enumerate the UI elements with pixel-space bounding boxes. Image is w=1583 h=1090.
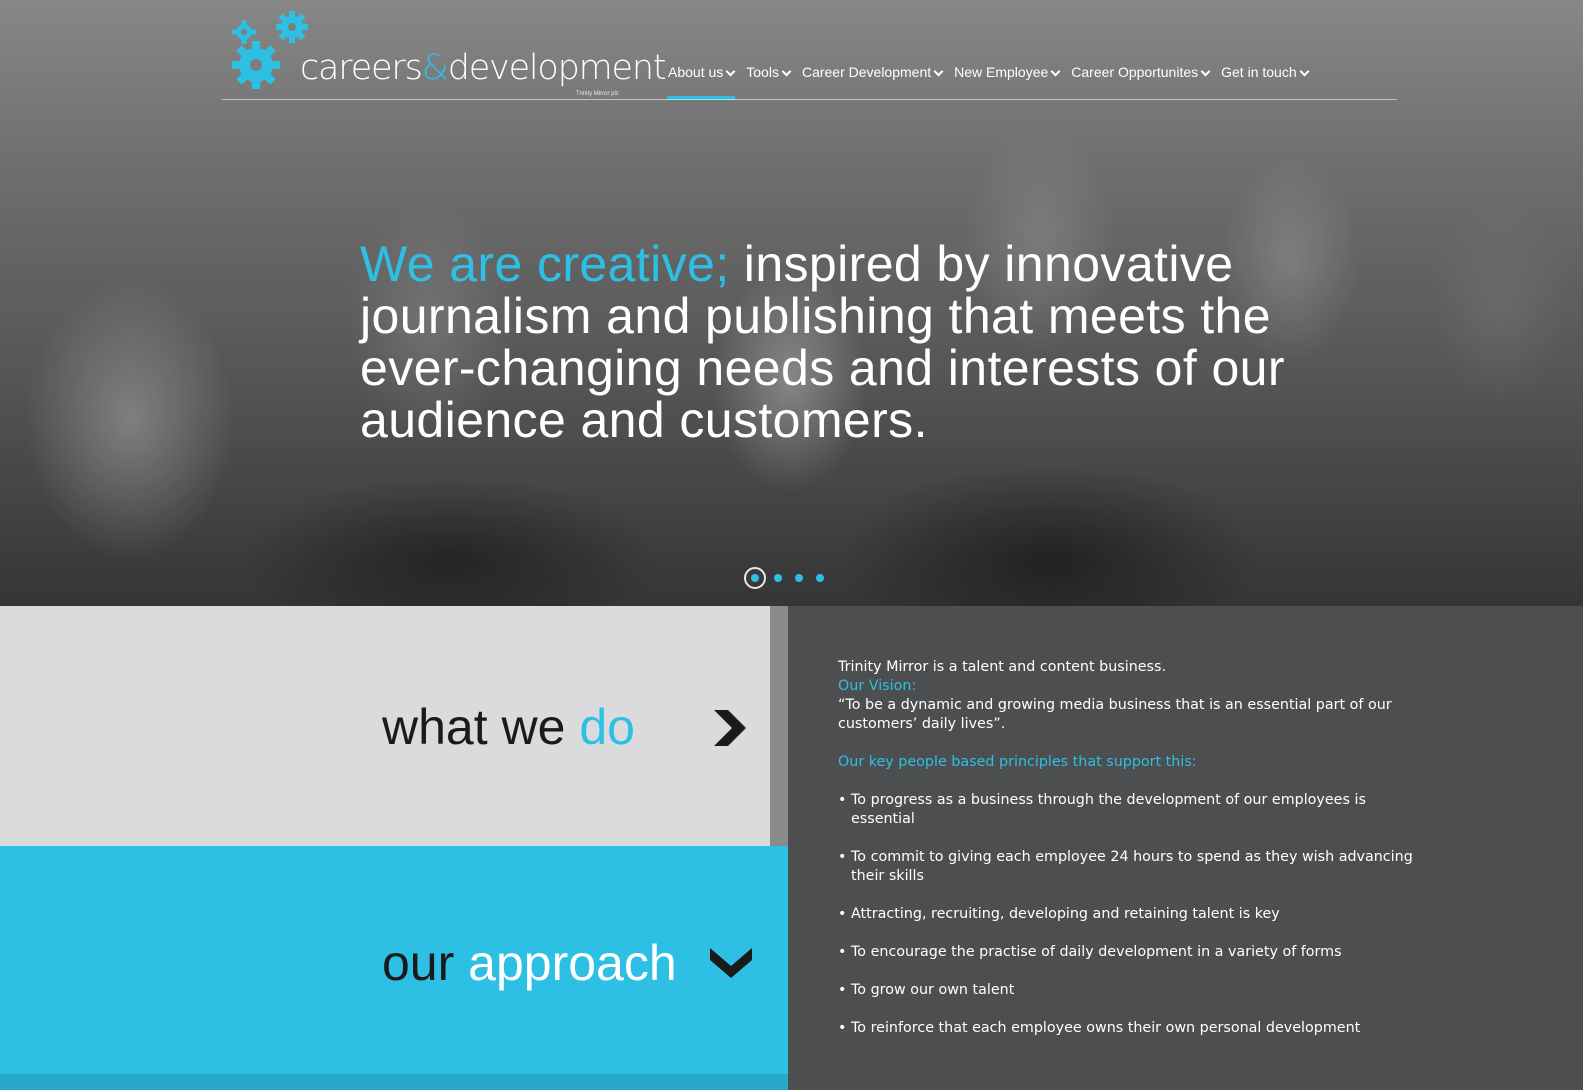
logo-wordmark: careers&development: [300, 48, 667, 88]
list-item: To progress as a business through the de…: [838, 791, 1418, 829]
chevron-down-icon: [725, 66, 736, 77]
list-item: To reinforce that each employee owns the…: [838, 1019, 1418, 1038]
nav-item-get-in-touch[interactable]: Get in touch: [1220, 60, 1310, 100]
nav-item-new-employee[interactable]: New Employee: [953, 60, 1061, 100]
what-we-do-title: what we do: [382, 699, 635, 755]
list-item: To encourage the practise of daily devel…: [838, 943, 1418, 962]
our-approach-title: our approach: [382, 935, 677, 991]
nav-item-career-development[interactable]: Career Development: [801, 60, 944, 100]
chevron-down-icon: [781, 66, 792, 77]
about-text: Trinity Mirror is a talent and content b…: [838, 658, 1418, 1057]
intro-text: Trinity Mirror is a talent and content b…: [838, 659, 1166, 675]
principles-heading: Our key people based principles that sup…: [838, 754, 1197, 770]
slider-pagination: [744, 567, 837, 589]
site-logo[interactable]: careers&development Trinity Mirror plc: [230, 10, 667, 97]
slider-dot-1[interactable]: [744, 567, 766, 589]
nav-item-tools[interactable]: Tools: [745, 60, 792, 100]
panel-bottom-strip: [0, 1074, 788, 1090]
principles-list: To progress as a business through the de…: [838, 791, 1418, 1038]
nav-item-career-opportunities[interactable]: Career Opportunites: [1070, 60, 1211, 100]
arrow-down-icon: [710, 948, 752, 978]
logo-subtitle: Trinity Mirror plc: [576, 91, 619, 97]
nav-item-about-us[interactable]: About us: [667, 60, 736, 100]
about-content-panel: Trinity Mirror is a talent and content b…: [788, 606, 1583, 1090]
main-nav: About us Tools Career Development New Em…: [667, 60, 1319, 100]
slider-dot-3[interactable]: [795, 574, 803, 582]
slider-dot-4[interactable]: [816, 574, 824, 582]
nav-divider: [222, 99, 1397, 100]
what-we-do-panel[interactable]: what we do: [0, 606, 770, 846]
vision-label: Our Vision:: [838, 678, 917, 694]
list-item: To commit to giving each employee 24 hou…: [838, 848, 1418, 886]
arrow-right-icon: [714, 710, 746, 746]
list-item: Attracting, recruiting, developing and r…: [838, 905, 1418, 924]
hero-headline: We are creative; inspired by innovative …: [360, 236, 1285, 448]
our-approach-panel[interactable]: our approach: [0, 846, 788, 1074]
slider-dot-2[interactable]: [774, 574, 782, 582]
panel-divider-bar: [770, 606, 788, 846]
list-item: To grow our own talent: [838, 981, 1418, 1000]
chevron-down-icon: [933, 66, 944, 77]
hero-banner: careers&development Trinity Mirror plc A…: [0, 0, 1583, 606]
chevron-down-icon: [1299, 66, 1310, 77]
vision-text: “To be a dynamic and growing media busin…: [838, 697, 1392, 732]
chevron-down-icon: [1200, 66, 1211, 77]
chevron-down-icon: [1050, 66, 1061, 77]
